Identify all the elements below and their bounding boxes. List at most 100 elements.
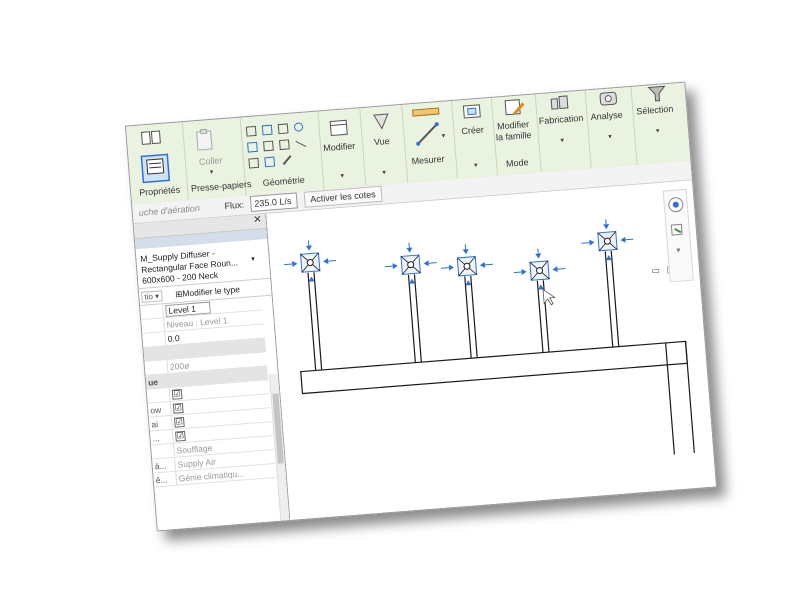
diffuser-connector[interactable] bbox=[463, 262, 471, 270]
ribbon-group-geometry: Géométrie bbox=[239, 111, 325, 196]
ribbon-group-clipboard: Coller ▾ Presse-papiers bbox=[181, 117, 252, 200]
vue-dropdown-icon[interactable]: ▾ bbox=[382, 168, 386, 176]
properties-small-icon[interactable] bbox=[140, 128, 163, 148]
diffuser-connector[interactable] bbox=[536, 267, 544, 275]
grip-left-stem[interactable] bbox=[581, 242, 590, 244]
vue-label[interactable]: Vue bbox=[374, 136, 390, 147]
fabrication-icon[interactable] bbox=[549, 94, 572, 114]
grip-right-icon[interactable] bbox=[620, 236, 626, 243]
mesurer-dropdown-icon[interactable]: ▾ bbox=[441, 132, 445, 140]
edit-type-button[interactable]: ⊞Modifier le type bbox=[175, 284, 240, 300]
diffuser-neck-left[interactable] bbox=[536, 280, 544, 353]
modifier-label[interactable]: Modifier bbox=[323, 141, 356, 153]
diffuser[interactable] bbox=[383, 241, 444, 365]
coller-label[interactable]: Coller bbox=[199, 155, 223, 167]
grip-down-icon[interactable] bbox=[605, 255, 612, 261]
creer-label[interactable]: Créer bbox=[461, 125, 484, 137]
grip-left-stem[interactable] bbox=[441, 267, 450, 269]
ribbon-group-mode: Modifier la famille Mode bbox=[490, 94, 542, 176]
diffuser[interactable] bbox=[283, 239, 345, 373]
diffuser-neck-left[interactable] bbox=[407, 274, 416, 363]
grip-right-stem[interactable] bbox=[328, 260, 337, 262]
grip-left-stem[interactable] bbox=[384, 265, 393, 268]
grip-left-stem[interactable] bbox=[513, 271, 522, 274]
diffuser-neck-right[interactable] bbox=[313, 272, 323, 371]
diffuser-connector[interactable] bbox=[603, 237, 611, 245]
grip-down-icon[interactable] bbox=[465, 280, 472, 286]
measure-icon[interactable] bbox=[409, 106, 446, 153]
diffuser-neck-left[interactable] bbox=[464, 276, 472, 359]
close-icon[interactable]: ✕ bbox=[253, 214, 262, 226]
diffuser-neck-right[interactable] bbox=[413, 274, 422, 363]
mesurer-label[interactable]: Mesurer bbox=[411, 154, 445, 167]
ribbon-group-selection: Sélection ▾ bbox=[630, 83, 690, 165]
ribbon-group-mesurer: Mesurer ▾ bbox=[401, 100, 459, 183]
modify-icon[interactable] bbox=[328, 117, 352, 139]
grip-down-icon[interactable] bbox=[308, 276, 315, 282]
grip-right-icon[interactable] bbox=[552, 266, 558, 273]
ribbon-group-properties: Propriétés bbox=[125, 122, 189, 205]
ribbon-group-modifier: Modifier ▾ bbox=[317, 108, 367, 190]
diffuser-neck-right[interactable] bbox=[470, 275, 478, 358]
create-icon[interactable] bbox=[461, 102, 484, 122]
property-value-text: Soufflage bbox=[176, 442, 213, 456]
instance-filter[interactable]: tio ▾ bbox=[140, 290, 163, 303]
edit-family-icon[interactable] bbox=[503, 97, 527, 119]
diffuser-neck-left[interactable] bbox=[604, 251, 614, 348]
selection-label[interactable]: Sélection bbox=[636, 104, 674, 117]
grip-left-icon[interactable] bbox=[292, 260, 298, 267]
drawing-canvas[interactable] bbox=[266, 180, 716, 520]
grip-right-stem[interactable] bbox=[484, 263, 493, 266]
view-icon[interactable] bbox=[372, 112, 392, 133]
drawing-view[interactable]: ▭ ▢ ⊠ ▾ bbox=[266, 180, 717, 520]
mode-label: Mode bbox=[505, 157, 529, 169]
activer-cotes-button[interactable]: Activer les cotes bbox=[303, 185, 383, 208]
flux-input[interactable]: 235.0 L/s bbox=[249, 192, 298, 213]
modifier-famille-line2[interactable]: la famille bbox=[496, 130, 532, 143]
filter-icon[interactable] bbox=[646, 84, 667, 104]
revit-window: Propriétés Coller ▾ Presse-papiers Géomé… bbox=[124, 81, 718, 532]
grip-right-stem[interactable] bbox=[557, 268, 566, 270]
selection-dropdown-icon[interactable]: ▾ bbox=[656, 127, 660, 135]
type-dropdown-icon[interactable]: ▾ bbox=[251, 255, 255, 263]
grip-right-icon[interactable] bbox=[479, 261, 486, 268]
checkbox-icon[interactable]: ☑ bbox=[171, 389, 183, 400]
analyse-label[interactable]: Analyse bbox=[590, 110, 623, 122]
cursor-icon bbox=[542, 288, 556, 306]
fabrication-dropdown-icon[interactable]: ▾ bbox=[560, 136, 564, 144]
filter-label: tio bbox=[144, 292, 154, 302]
grip-right-icon[interactable] bbox=[323, 258, 329, 265]
checkbox-icon[interactable]: ☑ bbox=[175, 430, 186, 442]
creer-dropdown-icon[interactable]: ▾ bbox=[474, 161, 478, 169]
fabrication-label[interactable]: Fabrication bbox=[538, 113, 583, 126]
grip-right-stem[interactable] bbox=[625, 238, 634, 241]
properties-icon[interactable] bbox=[140, 153, 171, 184]
grip-left-icon[interactable] bbox=[589, 239, 595, 246]
checkbox-icon[interactable]: ☑ bbox=[172, 402, 184, 414]
diffuser[interactable] bbox=[512, 247, 572, 355]
grip-left-icon[interactable] bbox=[392, 263, 398, 270]
diffuser-connector[interactable] bbox=[407, 261, 415, 269]
presse-papiers-label: Presse-papiers bbox=[190, 178, 252, 194]
diffuser-neck-left[interactable] bbox=[307, 272, 317, 371]
diffuser-connector[interactable] bbox=[306, 259, 314, 267]
ribbon-group-analyse: Analyse ▾ bbox=[584, 86, 638, 169]
grip-down-icon[interactable] bbox=[409, 278, 416, 284]
grip-left-stem[interactable] bbox=[284, 263, 293, 266]
paste-icon[interactable] bbox=[194, 128, 216, 153]
analyse-dropdown-icon[interactable]: ▾ bbox=[608, 133, 612, 141]
coller-dropdown-icon[interactable]: ▾ bbox=[209, 168, 214, 176]
grip-right-icon[interactable] bbox=[423, 260, 429, 267]
diffuser-neck-right[interactable] bbox=[610, 250, 620, 347]
grip-right-stem[interactable] bbox=[428, 262, 437, 264]
properties-panel: ✕ M_Supply Diffuser - Rectangular Face R… bbox=[133, 213, 291, 531]
grip-left-icon[interactable] bbox=[521, 269, 527, 275]
diffuser[interactable] bbox=[439, 242, 500, 360]
analyse-icon[interactable] bbox=[597, 90, 620, 110]
modifier-dropdown-icon[interactable]: ▾ bbox=[340, 172, 344, 180]
property-value-text: 200ø bbox=[169, 359, 190, 372]
grip-left-icon[interactable] bbox=[448, 264, 455, 271]
geometry-tools-icon[interactable] bbox=[244, 118, 320, 173]
checkbox-icon[interactable]: ☑ bbox=[173, 416, 185, 428]
diffuser[interactable] bbox=[580, 217, 642, 349]
